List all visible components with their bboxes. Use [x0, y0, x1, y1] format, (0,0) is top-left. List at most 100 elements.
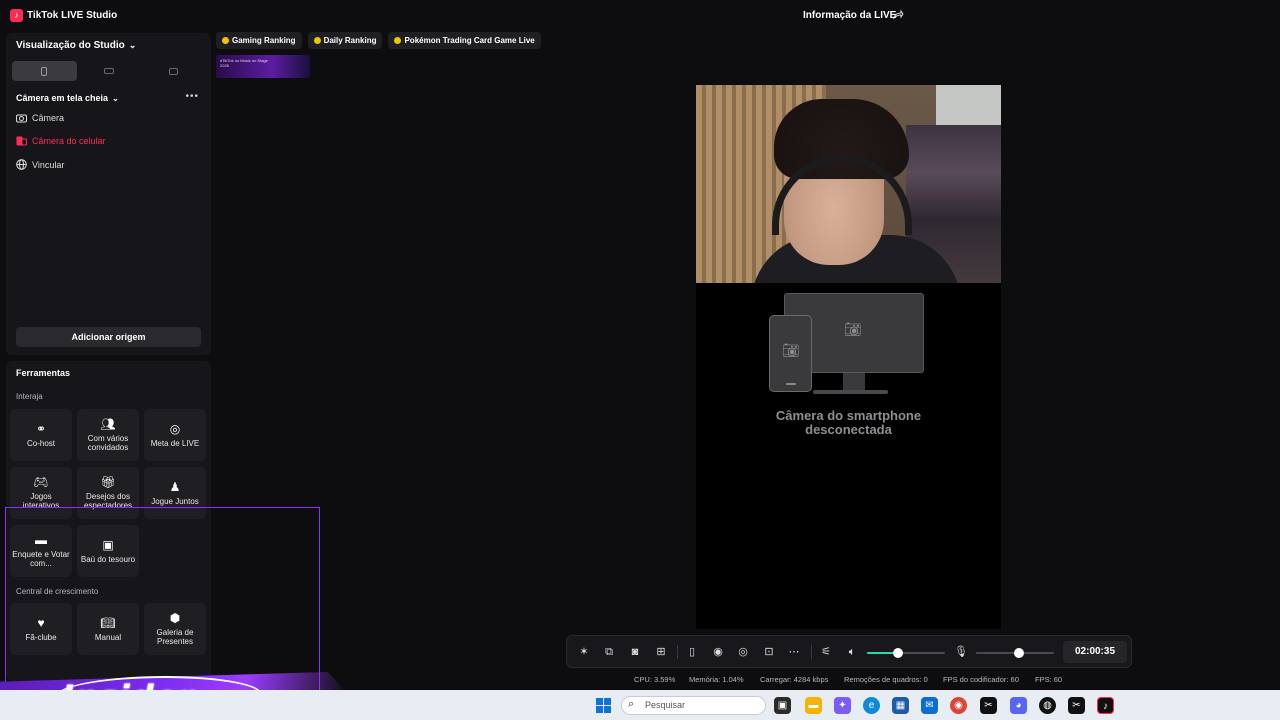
tab-dual[interactable]: [141, 61, 206, 81]
stat-upload: Carregar: 4284 kbps: [760, 675, 829, 684]
tab-portrait[interactable]: [12, 61, 77, 81]
obs-icon[interactable]: ◍: [1039, 697, 1056, 714]
capcut-icon[interactable]: ✂: [980, 697, 997, 714]
camera-icon: [16, 114, 27, 123]
studio-view-title: Visualização do Studio: [16, 40, 125, 51]
trophy-icon: [222, 37, 229, 44]
disconnected-line-2: desconectada: [805, 422, 892, 437]
tool-label: Com vários convidados: [87, 434, 129, 452]
divider: [677, 645, 678, 659]
mic-knob[interactable]: [1014, 648, 1024, 658]
chip-gaming-ranking[interactable]: Gaming Ranking: [216, 32, 302, 49]
edge-icon[interactable]: e: [863, 697, 880, 714]
camera-feed: [696, 85, 1001, 283]
promo-banner[interactable]: #TikTok no Music on Stage 2025: [216, 55, 310, 78]
discord-icon[interactable]: ◕: [1010, 697, 1027, 714]
monitor-stand: [843, 373, 865, 391]
volume-slider[interactable]: [867, 648, 945, 658]
studio-view-dropdown[interactable]: Visualização do Studio ⌄: [16, 40, 136, 51]
task-view-icon[interactable]: ▣: [774, 697, 791, 714]
source-label: Vincular: [32, 159, 65, 170]
users-icon: 👥︎: [100, 417, 116, 431]
tool-cohost[interactable]: ⚭ Co-host: [10, 409, 72, 461]
source-camera[interactable]: Câmera: [16, 113, 64, 123]
control-bar: ✶ ⧉ ◙ ⊞ ▯ ◉ ◎ ⊡ ⋯ ⚟ 🔈︎ 🎙︎ 02:00:35: [566, 635, 1132, 668]
studio-panel: Visualização do Studio ⌄ Câmera em tela c…: [6, 33, 211, 355]
disconnected-message: Câmera do smartphone desconectada: [696, 409, 1001, 437]
chip-label: Daily Ranking: [323, 36, 377, 45]
live-info-button[interactable]: Informação da LIVE: [803, 10, 896, 21]
tool-label: Co-host: [26, 438, 55, 448]
capcut-icon[interactable]: ✂: [1068, 697, 1085, 714]
phone-portrait-icon: [41, 66, 48, 76]
microphone-icon[interactable]: 🎙︎: [954, 645, 968, 659]
phone-camera-disconnected: 📷︎ 📷︎ Câmera do smartphone desconectada: [696, 283, 1001, 629]
tab-landscape[interactable]: [77, 61, 142, 81]
live-preview: 📷︎ 📷︎ Câmera do smartphone desconectada: [696, 85, 1001, 629]
app-title: TikTok LIVE Studio: [27, 10, 118, 21]
copilot-icon[interactable]: ✦: [834, 697, 851, 714]
volume-icon[interactable]: 🔈︎: [845, 645, 859, 659]
store-icon[interactable]: ▦: [892, 697, 909, 714]
volume-knob[interactable]: [893, 648, 903, 658]
dual-icon: [169, 67, 179, 75]
more-icon[interactable]: ⋯: [787, 645, 801, 659]
camera-icon: 📷︎: [782, 342, 800, 358]
broadcast-icon[interactable]: ◎: [736, 645, 750, 659]
scene-title: Câmera em tela cheia: [16, 93, 109, 103]
source-label: Câmera do celular: [32, 136, 106, 146]
taskbar-search-placeholder: Pesquisar: [645, 700, 686, 710]
outlook-icon[interactable]: ✉: [921, 697, 938, 714]
link-icon: ⚭: [35, 421, 47, 436]
camera-icon: 📷︎: [844, 321, 862, 337]
tiktok-live-studio-icon[interactable]: ♪: [1097, 697, 1114, 714]
share-icon[interactable]: [892, 9, 904, 21]
interact-section-label: Interaja: [16, 392, 43, 401]
tools-title: Ferramentas: [16, 368, 71, 378]
chip-daily-ranking[interactable]: Daily Ranking: [307, 32, 383, 49]
tool-label: Jogue Juntos: [151, 496, 199, 506]
source-phone-camera[interactable]: Câmera do celular: [16, 136, 106, 146]
gift-icon: 🎁︎: [100, 475, 116, 489]
replay-icon[interactable]: ⊡: [762, 645, 776, 659]
chrome-icon[interactable]: ◉: [950, 697, 967, 714]
chevron-down-icon: ⌄: [112, 93, 119, 103]
target-icon: ◎: [169, 421, 181, 436]
taskbar-search[interactable]: [621, 696, 766, 715]
overlay-frame: [5, 507, 320, 697]
scene-dropdown[interactable]: Câmera em tela cheia ⌄: [16, 93, 119, 103]
more-icon[interactable]: •••: [185, 91, 199, 102]
chip-pokemon[interactable]: Pokémon Trading Card Game Live: [388, 32, 541, 49]
mixer-icon[interactable]: ⚟: [819, 645, 833, 659]
camera-settings-icon[interactable]: ◙: [628, 645, 642, 659]
record-icon[interactable]: ◉: [711, 645, 725, 659]
phone-camera-icon: [16, 136, 27, 146]
tiktok-logo-icon: ♪: [10, 9, 23, 22]
chevron-down-icon: ⌄: [128, 40, 137, 50]
medal-icon: [313, 37, 321, 44]
gamepad-icon: 🎮︎: [33, 475, 49, 489]
source-link[interactable]: Vincular: [16, 159, 64, 170]
tool-multi-guest[interactable]: 👥︎ Com vários convidados: [77, 409, 139, 461]
tool-live-goal[interactable]: ◎ Meta de LIVE: [144, 409, 206, 461]
player-icon: ♟: [169, 479, 181, 494]
divider: [811, 645, 812, 659]
phone-icon[interactable]: ▯: [685, 645, 699, 659]
screen-share-icon[interactable]: ⧉: [602, 645, 616, 659]
game-icon: [394, 37, 402, 44]
mic-slider[interactable]: [976, 648, 1054, 658]
ranking-chips: Gaming Ranking Daily Ranking Pokémon Tra…: [216, 32, 541, 49]
chip-label: Gaming Ranking: [232, 36, 296, 45]
windows-start-icon[interactable]: [596, 698, 611, 713]
mic-fill: [976, 652, 1019, 654]
add-source-button[interactable]: Adicionar origem: [16, 327, 201, 347]
title-bar: ♪ TikTok LIVE Studio Informação da LIVE: [0, 0, 1280, 32]
file-explorer-icon[interactable]: ▬: [805, 697, 822, 714]
stat-memory: Memória: 1.04%: [689, 675, 744, 684]
stat-frames-removed: Remoções de quadros: 0: [844, 675, 928, 684]
magic-wand-icon[interactable]: ✶: [577, 645, 591, 659]
chip-label: Pokémon Trading Card Game Live: [404, 36, 535, 45]
globe-icon: [16, 159, 27, 170]
add-scene-icon[interactable]: ⊞: [654, 645, 668, 659]
phone-home-bar: [786, 383, 796, 385]
